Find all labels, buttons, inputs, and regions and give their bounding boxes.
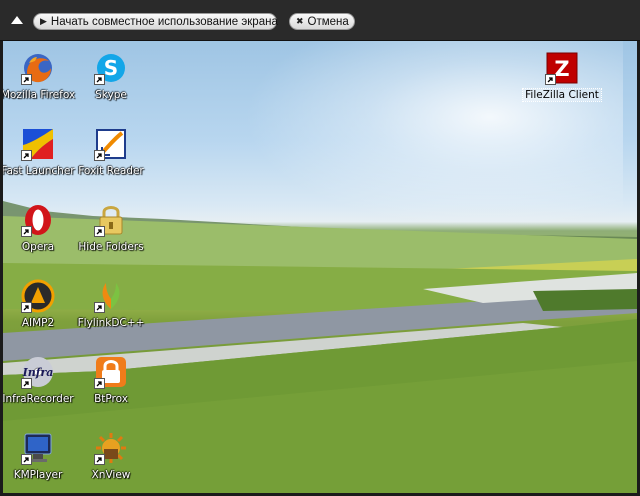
cancel-button[interactable]: ✖ Отмена <box>289 13 355 30</box>
fast-launcher-icon <box>21 127 55 161</box>
skype-icon: S <box>94 51 128 85</box>
screen-share-bar: ▶ Начать совместное использование экрана… <box>0 0 640 41</box>
svg-text:Z: Z <box>554 57 569 81</box>
shortcut-arrow-icon <box>94 226 105 237</box>
desktop-icon-xnview[interactable]: XnView <box>71 431 151 483</box>
icon-label: Hide Folders <box>78 241 144 253</box>
desktop-icon-firefox[interactable]: Mozilla Firefox <box>3 51 78 103</box>
shortcut-arrow-icon <box>545 74 556 85</box>
kmplayer-icon <box>21 431 55 465</box>
close-icon: ✖ <box>296 16 304 26</box>
shortcut-arrow-icon <box>21 74 32 85</box>
shortcut-arrow-icon <box>94 454 105 465</box>
desktop-icon-fast-launcher[interactable]: Fast Launcher <box>3 127 78 179</box>
shortcut-arrow-icon <box>94 378 105 389</box>
svg-text:S: S <box>104 56 118 80</box>
shortcut-arrow-icon <box>94 150 105 161</box>
btprox-icon <box>94 355 128 389</box>
shortcut-arrow-icon <box>21 302 32 313</box>
icon-label: Mozilla Firefox <box>3 89 76 101</box>
desktop-icon-aimp2[interactable]: AIMP2 <box>3 279 78 331</box>
icon-label: FileZilla Client <box>522 88 602 102</box>
desktop-icon-opera[interactable]: Opera <box>3 203 78 255</box>
icon-label: BtProx <box>94 393 128 405</box>
filezilla-icon: Z <box>545 51 579 85</box>
icon-label: Fast Launcher <box>3 165 75 177</box>
desktop-icon-skype[interactable]: S Skype <box>71 51 151 103</box>
shortcut-arrow-icon <box>21 454 32 465</box>
desktop-area: Mozilla Firefox Fast Launcher Opera AIMP… <box>3 41 637 493</box>
start-screen-share-button[interactable]: ▶ Начать совместное использование экрана <box>33 13 278 30</box>
foxit-reader-icon <box>94 127 128 161</box>
shortcut-arrow-icon <box>21 150 32 161</box>
icon-label: KMPlayer <box>13 469 63 481</box>
desktop-icon-filezilla[interactable]: Z FileZilla Client <box>522 51 602 103</box>
desktop-icon-flylinkdc[interactable]: FlylinkDC++ <box>71 279 151 331</box>
flylinkdc-icon <box>94 279 128 313</box>
desktop-icon-hide-folders[interactable]: Hide Folders <box>71 203 151 255</box>
hide-folders-icon <box>94 203 128 237</box>
desktop-icon-btprox[interactable]: BtProx <box>71 355 151 407</box>
desktop-icon-kmplayer[interactable]: KMPlayer <box>3 431 78 483</box>
desktop-icon-foxit-reader[interactable]: Foxit Reader <box>71 127 151 179</box>
opera-icon <box>21 203 55 237</box>
cancel-label: Отмена <box>307 15 349 28</box>
xnview-icon <box>94 431 128 465</box>
icon-label: Foxit Reader <box>78 165 144 177</box>
icon-label: FlylinkDC++ <box>77 317 145 329</box>
shortcut-arrow-icon <box>94 302 105 313</box>
play-icon: ▶ <box>40 16 47 26</box>
icon-label: AIMP2 <box>21 317 55 329</box>
shortcut-arrow-icon <box>21 378 32 389</box>
infrarecorder-icon: Infra <box>21 355 55 389</box>
aimp2-icon <box>21 279 55 313</box>
shortcut-arrow-icon <box>21 226 32 237</box>
collapse-triangle-icon[interactable] <box>10 14 24 26</box>
start-screen-share-label: Начать совместное использование экрана <box>50 15 278 28</box>
icon-label: XnView <box>91 469 131 481</box>
icon-label: InfraRecorder <box>3 393 74 405</box>
icon-label: Skype <box>95 89 127 101</box>
shortcut-arrow-icon <box>94 74 105 85</box>
firefox-icon <box>21 51 55 85</box>
wallpaper-landscape <box>3 201 637 493</box>
desktop-icon-infrarecorder[interactable]: Infra InfraRecorder <box>3 355 78 407</box>
icon-label: Opera <box>21 241 55 253</box>
